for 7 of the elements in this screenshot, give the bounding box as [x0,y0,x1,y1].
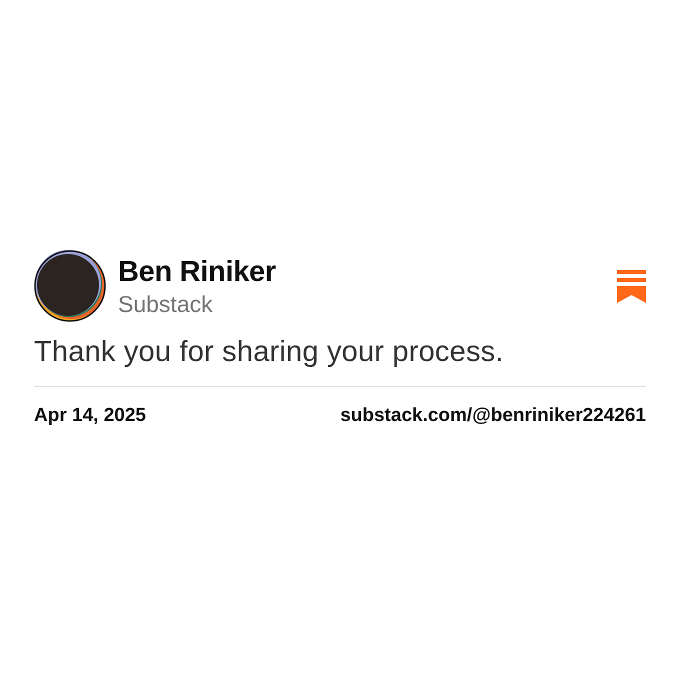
note-date: Apr 14, 2025 [34,404,146,428]
bookmark-logo-icon [617,270,646,302]
author-name: Ben Riniker [118,254,277,288]
avatar [34,250,106,322]
note-text: Thank you for sharing your process. [34,335,505,370]
publication-name: Substack [118,290,214,318]
profile-link[interactable]: substack.com/@benriniker224261 [340,404,646,428]
